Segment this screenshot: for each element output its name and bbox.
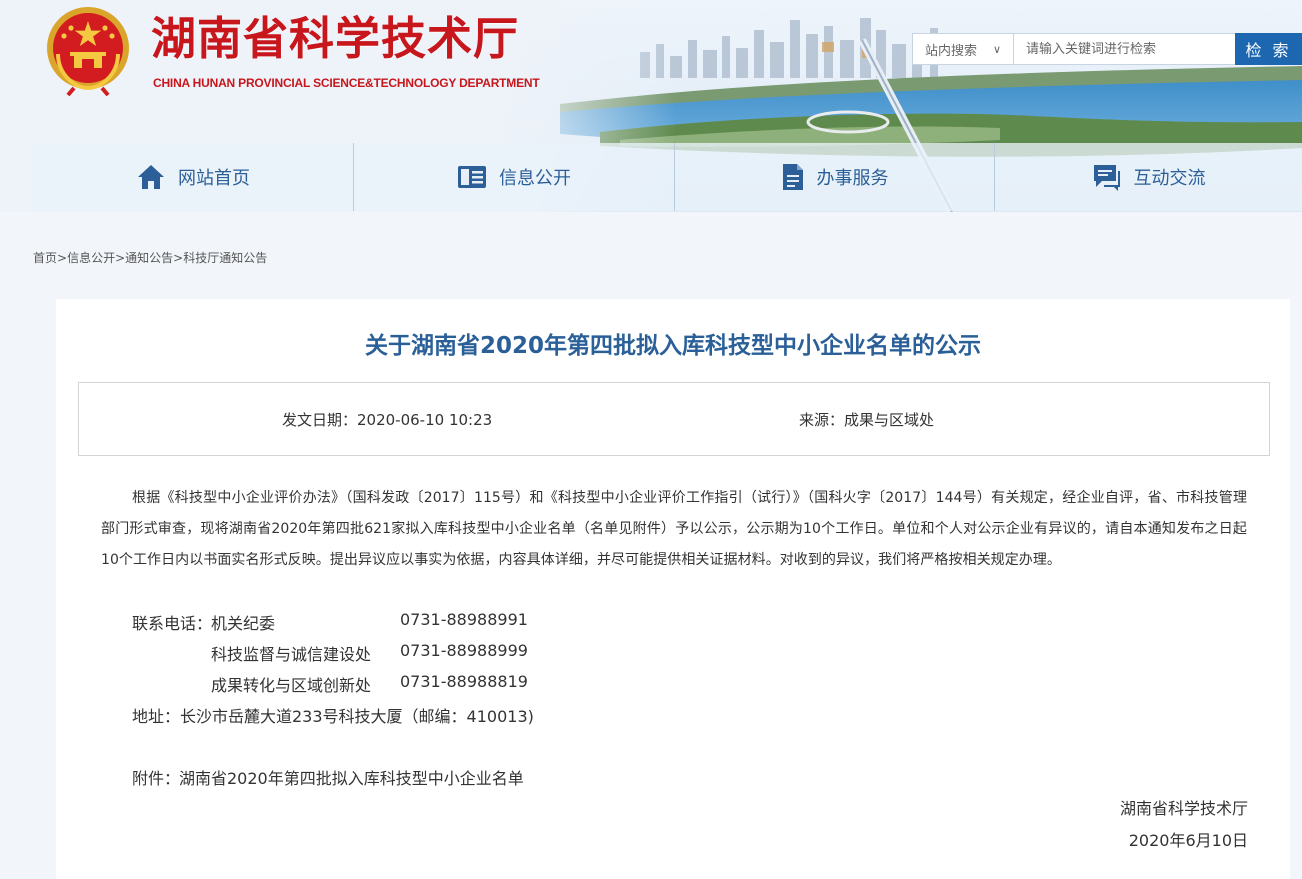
contact-dept: 科技监督与诚信建设处 (211, 645, 372, 664)
article-panel: 关于湖南省2020年第四批拟入库科技型中小企业名单的公示 发文日期：2020-0… (56, 299, 1290, 879)
search-scope-select[interactable]: 站内搜索 ∨ (913, 34, 1014, 64)
article-paragraph: 根据《科技型中小企业评价办法》（国科发政〔2017〕115号）和《科技型中小企业… (101, 490, 1247, 568)
article-source: 来源：成果与区域处 (799, 411, 935, 429)
nav-item-services[interactable]: 办事服务 (675, 143, 995, 211)
search-scope-label: 站内搜索 (925, 43, 978, 59)
chat-icon (1093, 165, 1120, 191)
national-emblem-logo (47, 7, 129, 96)
breadcrumb: 首页>信息公开>通知公告>科技厅通知公告 (33, 249, 267, 266)
publish-date: 发文日期：2020-06-10 10:23 (282, 411, 493, 429)
nav-item-label: 办事服务 (816, 168, 889, 189)
breadcrumb-home[interactable]: 首页 (33, 251, 57, 265)
contact-dept: 成果转化与区域创新处 (211, 676, 372, 695)
breadcrumb-separator: > (57, 251, 68, 265)
site-title: 湖南省科学技术厅 (151, 12, 520, 65)
attachment-link[interactable]: 湖南省2020年第四批拟入库科技型中小企业名单 (179, 765, 524, 789)
search-bar: 站内搜索 ∨ 检 索 (912, 33, 1302, 65)
site-subtitle: CHINA HUNAN PROVINCIAL SCIENCE&TECHNOLOG… (153, 76, 540, 90)
nav-item-home[interactable]: 网站首页 (33, 143, 354, 211)
search-button[interactable]: 检 索 (1235, 33, 1302, 65)
article-body: 根据《科技型中小企业评价办法》（国科发政〔2017〕115号）和《科技型中小企业… (101, 483, 1247, 576)
breadcrumb-dept-notices[interactable]: 科技厅通知公告 (183, 251, 267, 265)
attachment-label: 附件： (132, 769, 181, 788)
signature-date: 2020年6月10日 (1128, 831, 1248, 850)
nav-item-label: 网站首页 (178, 168, 250, 189)
nav-item-label: 互动交流 (1133, 168, 1206, 189)
signature-org: 湖南省科学技术厅 (1119, 799, 1248, 818)
breadcrumb-notices[interactable]: 通知公告 (125, 251, 173, 265)
contact-phone: 0731-88988991 (400, 610, 528, 629)
article-meta: 发文日期：2020-06-10 10:23 来源：成果与区域处 (78, 382, 1270, 456)
nav-item-info-disclosure[interactable]: 信息公开 (354, 143, 675, 211)
nav-item-interaction[interactable]: 互动交流 (995, 143, 1302, 211)
chevron-down-icon: ∨ (993, 43, 1002, 56)
contact-phone: 0731-88988819 (400, 672, 528, 691)
document-icon (782, 164, 803, 190)
main-nav: 网站首页 信息公开 办事服务 互动交流 (33, 143, 1302, 211)
breadcrumb-info-disclosure[interactable]: 信息公开 (67, 251, 115, 265)
address: 地址：长沙市岳麓大道233号科技大厦（邮编：410013) (132, 707, 534, 726)
info-panel-icon (458, 166, 486, 188)
contact-label: 联系电话： (132, 614, 213, 633)
breadcrumb-separator: > (115, 251, 126, 265)
home-icon (138, 165, 164, 189)
nav-item-label: 信息公开 (499, 168, 571, 189)
site-header: 湖南省科学技术厅 CHINA HUNAN PROVINCIAL SCIENCE&… (0, 0, 1302, 212)
contact-phone: 0731-88988999 (400, 641, 528, 660)
article-title: 关于湖南省2020年第四批拟入库科技型中小企业名单的公示 (364, 333, 981, 359)
search-input[interactable] (1014, 34, 1235, 64)
breadcrumb-separator: > (173, 251, 184, 265)
contact-dept: 机关纪委 (211, 614, 276, 633)
